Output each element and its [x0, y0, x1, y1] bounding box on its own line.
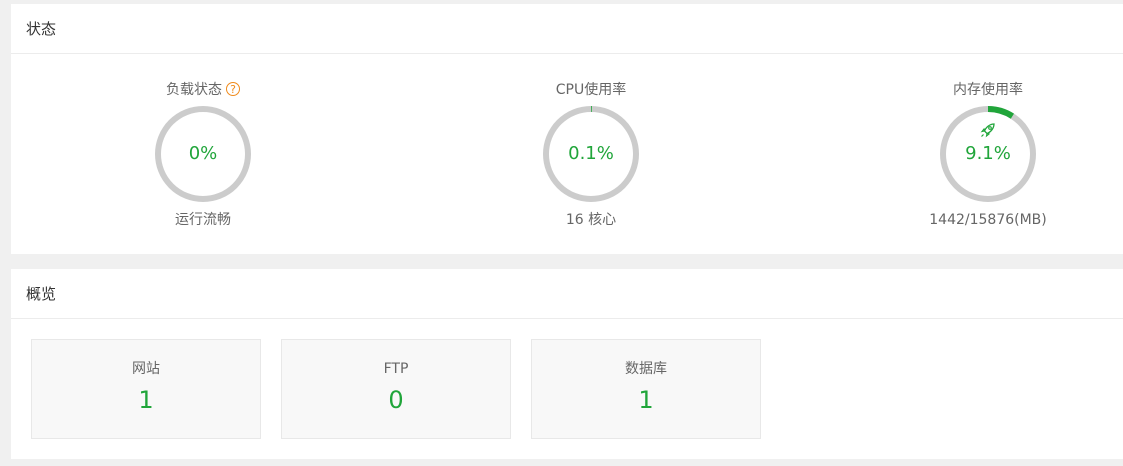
help-question-icon[interactable]: ? — [226, 82, 240, 96]
load-ring: 0% — [153, 104, 253, 204]
cpu-gauge-title: CPU使用率 — [555, 82, 627, 98]
overview-panel-title: 概览 — [11, 269, 1123, 319]
cpu-value: 0.1% — [568, 143, 614, 164]
overview-panel: 概览 网站 1 FTP 0 数据库 1 — [11, 269, 1123, 459]
cpu-ring: 0.1% — [541, 104, 641, 204]
rocket-icon[interactable] — [978, 120, 998, 140]
website-card-label: 网站 — [132, 361, 160, 377]
load-gauge-title: 负载状态 — [166, 82, 222, 98]
website-card[interactable]: 网站 1 — [31, 339, 261, 439]
database-card[interactable]: 数据库 1 — [531, 339, 761, 439]
memory-ring: 9.1% — [938, 104, 1038, 204]
load-value: 0% — [188, 143, 218, 164]
ftp-card-label: FTP — [383, 361, 409, 377]
database-card-value: 1 — [638, 386, 654, 414]
ftp-card-value: 0 — [388, 386, 404, 414]
database-card-label: 数据库 — [625, 361, 667, 377]
status-panel-title: 状态 — [11, 4, 1123, 54]
load-status-text: 运行流畅 — [175, 212, 231, 228]
status-panel: 状态 负载状态? 0% 运行流畅 CPU使用率 0.1% 16 核心 内存使用率 — [11, 4, 1123, 254]
memory-usage-text: 1442/15876(MB) — [929, 212, 1047, 228]
memory-value: 9.1% — [965, 143, 1011, 164]
memory-gauge-title: 内存使用率 — [953, 82, 1023, 98]
website-card-value: 1 — [138, 386, 154, 414]
cpu-cores-text: 16 核心 — [565, 212, 617, 228]
ftp-card[interactable]: FTP 0 — [281, 339, 511, 439]
